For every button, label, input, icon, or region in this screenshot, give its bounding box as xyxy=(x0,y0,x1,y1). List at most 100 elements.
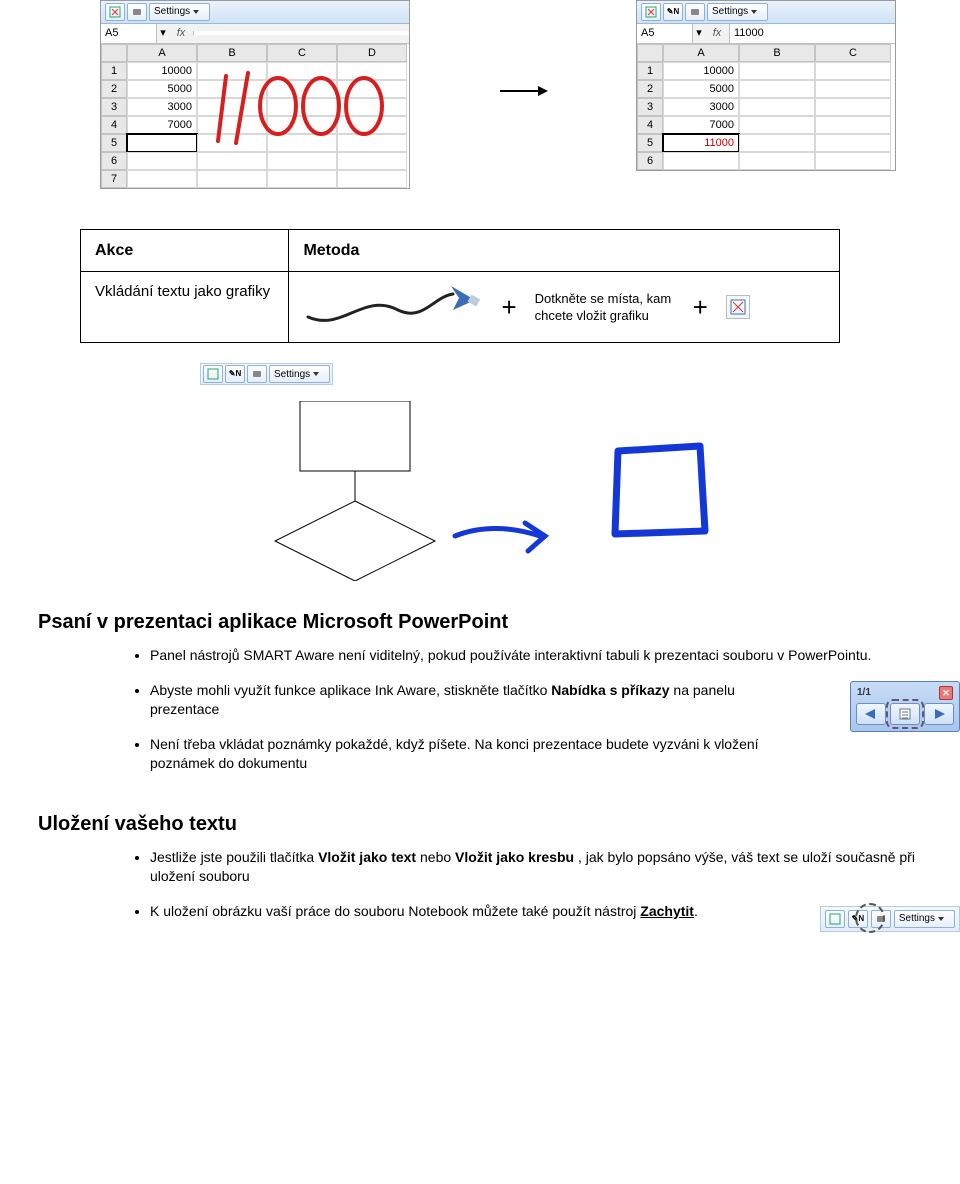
aware-toolbar-right: ✎N Settings xyxy=(637,1,895,24)
toolbar-button[interactable]: ✎N xyxy=(225,365,245,383)
row-header: 5 xyxy=(101,134,127,152)
col-header: D xyxy=(337,44,407,62)
chevron-down-icon xyxy=(193,10,199,14)
row-header: 2 xyxy=(637,80,663,98)
slide-counter: 1/1 xyxy=(857,686,871,700)
toolbar-button[interactable] xyxy=(105,3,125,21)
settings-label: Settings xyxy=(154,5,190,19)
row-header: 1 xyxy=(101,62,127,80)
action-method-table: Akce Metoda Vkládání textu jako grafiky … xyxy=(80,229,840,344)
slideshow-toolbar: 1/1 ✕ xyxy=(850,681,960,732)
section-title-powerpoint: Psaní v prezentaci aplikace Microsoft Po… xyxy=(38,609,960,636)
bullet-list: Jestliže jste použili tlačítka Vložit ja… xyxy=(110,848,920,886)
bullet-list: K uložení obrázku vaší práce do souboru … xyxy=(110,902,804,937)
plus-icon: + xyxy=(693,290,708,325)
settings-button[interactable]: Settings xyxy=(269,365,330,383)
col-header: B xyxy=(197,44,267,62)
bullet-item: K uložení obrázku vaší práce do souboru … xyxy=(150,902,804,921)
bullet-item: Jestliže jste použili tlačítka Vložit ja… xyxy=(150,848,920,886)
insert-graphic-icon[interactable] xyxy=(726,295,750,319)
bullet-list: Abyste mohli využít funkce aplikace Ink … xyxy=(110,681,792,789)
prev-slide-button[interactable] xyxy=(856,703,886,725)
cell[interactable]: 3000 xyxy=(663,98,739,116)
formula-value[interactable] xyxy=(193,31,409,35)
settings-button[interactable]: Settings xyxy=(149,3,210,21)
fx-label: fx xyxy=(705,26,729,41)
capture-toolbar: ✎N Settings xyxy=(820,906,960,932)
chevron-down-icon xyxy=(313,372,319,376)
toolbar-button[interactable]: ✎N xyxy=(663,3,683,21)
toolbar-button[interactable]: ✎N xyxy=(848,910,868,928)
row-header: 6 xyxy=(101,152,127,170)
formula-bar: A5 ▾ fx xyxy=(101,24,409,44)
cell[interactable]: 10000 xyxy=(127,62,197,80)
ink-square-icon xyxy=(600,431,720,551)
table-header-method: Metoda xyxy=(289,229,840,272)
settings-button[interactable]: Settings xyxy=(894,910,955,928)
col-header: C xyxy=(267,44,337,62)
selected-cell[interactable]: 11000 xyxy=(663,134,739,152)
settings-label: Settings xyxy=(712,5,748,19)
capture-button[interactable] xyxy=(871,910,891,928)
scribble-icon xyxy=(303,282,483,332)
cell[interactable]: 3000 xyxy=(127,98,197,116)
chevron-down-icon xyxy=(751,10,757,14)
toolbar-button[interactable] xyxy=(641,3,661,21)
next-slide-button[interactable] xyxy=(924,703,954,725)
cell-grid[interactable]: A B C D 110000 25000 33000 47000 5 6 7 xyxy=(101,44,409,188)
cell-grid[interactable]: A B C 110000 25000 33000 47000 511000 6 xyxy=(637,44,895,170)
fx-label: fx xyxy=(169,26,193,41)
cell-reference[interactable]: A5 xyxy=(101,24,157,43)
toolbar-button[interactable] xyxy=(685,3,705,21)
flowchart-shapes xyxy=(260,401,560,581)
toolbar-button[interactable] xyxy=(127,3,147,21)
spreadsheet-right: ✎N Settings A5 ▾ fx 11000 A B C 110000 2… xyxy=(636,0,896,171)
cell[interactable]: 7000 xyxy=(663,116,739,134)
chevron-down-icon xyxy=(938,917,944,921)
row-header: 4 xyxy=(637,116,663,134)
row-header: 2 xyxy=(101,80,127,98)
row-header: 7 xyxy=(101,170,127,188)
bullet-item: Panel nástrojů SMART Aware není viditeln… xyxy=(150,646,920,665)
settings-button[interactable]: Settings xyxy=(707,3,768,21)
table-cell-action: Vkládání textu jako grafiky xyxy=(81,272,289,343)
spreadsheet-comparison: Settings A5 ▾ fx A B C D 110000 25000 33… xyxy=(0,0,960,189)
formula-value[interactable]: 11000 xyxy=(729,24,895,43)
bullet-item: Abyste mohli využít funkce aplikace Ink … xyxy=(150,681,792,719)
table-header-action: Akce xyxy=(81,229,289,272)
row-header: 3 xyxy=(101,98,127,116)
flowchart-diagram xyxy=(260,401,960,581)
aware-toolbar-left: Settings xyxy=(101,1,409,24)
formula-bar: A5 ▾ fx 11000 xyxy=(637,24,895,44)
section-title-save: Uložení vašeho textu xyxy=(38,811,960,838)
row-header: 4 xyxy=(101,116,127,134)
toolbar-button[interactable] xyxy=(825,910,845,928)
menu-button[interactable] xyxy=(890,703,920,725)
cell[interactable]: 10000 xyxy=(663,62,739,80)
toolbar-button[interactable] xyxy=(247,365,267,383)
row-header: 3 xyxy=(637,98,663,116)
cell[interactable]: 5000 xyxy=(663,80,739,98)
cell[interactable]: 7000 xyxy=(127,116,197,134)
spreadsheet-left: Settings A5 ▾ fx A B C D 110000 25000 33… xyxy=(100,0,410,189)
close-icon[interactable]: ✕ xyxy=(939,686,953,700)
selected-cell[interactable] xyxy=(127,134,197,152)
col-header: B xyxy=(739,44,815,62)
plus-icon: + xyxy=(501,290,516,325)
method-text: Dotkněte se místa, kam chcete vložit gra… xyxy=(535,290,675,325)
col-header: A xyxy=(663,44,739,62)
toolbar-button[interactable] xyxy=(203,365,223,383)
capture-row: K uložení obrázku vaší práce do souboru … xyxy=(110,902,960,937)
row-header: 6 xyxy=(637,152,663,170)
aware-toolbar-inline: ✎N Settings xyxy=(200,363,333,385)
cell[interactable]: 5000 xyxy=(127,80,197,98)
bullet-item: Není třeba vkládat poznámky pokaždé, kdy… xyxy=(150,735,792,773)
col-header: A xyxy=(127,44,197,62)
arrow-right-icon xyxy=(500,90,546,92)
cell-reference[interactable]: A5 xyxy=(637,24,693,43)
bullet-list: Panel nástrojů SMART Aware není viditeln… xyxy=(110,646,920,665)
table-cell-method: + Dotkněte se místa, kam chcete vložit g… xyxy=(289,272,840,343)
col-header: C xyxy=(815,44,891,62)
row-header: 5 xyxy=(637,134,663,152)
row-header: 1 xyxy=(637,62,663,80)
